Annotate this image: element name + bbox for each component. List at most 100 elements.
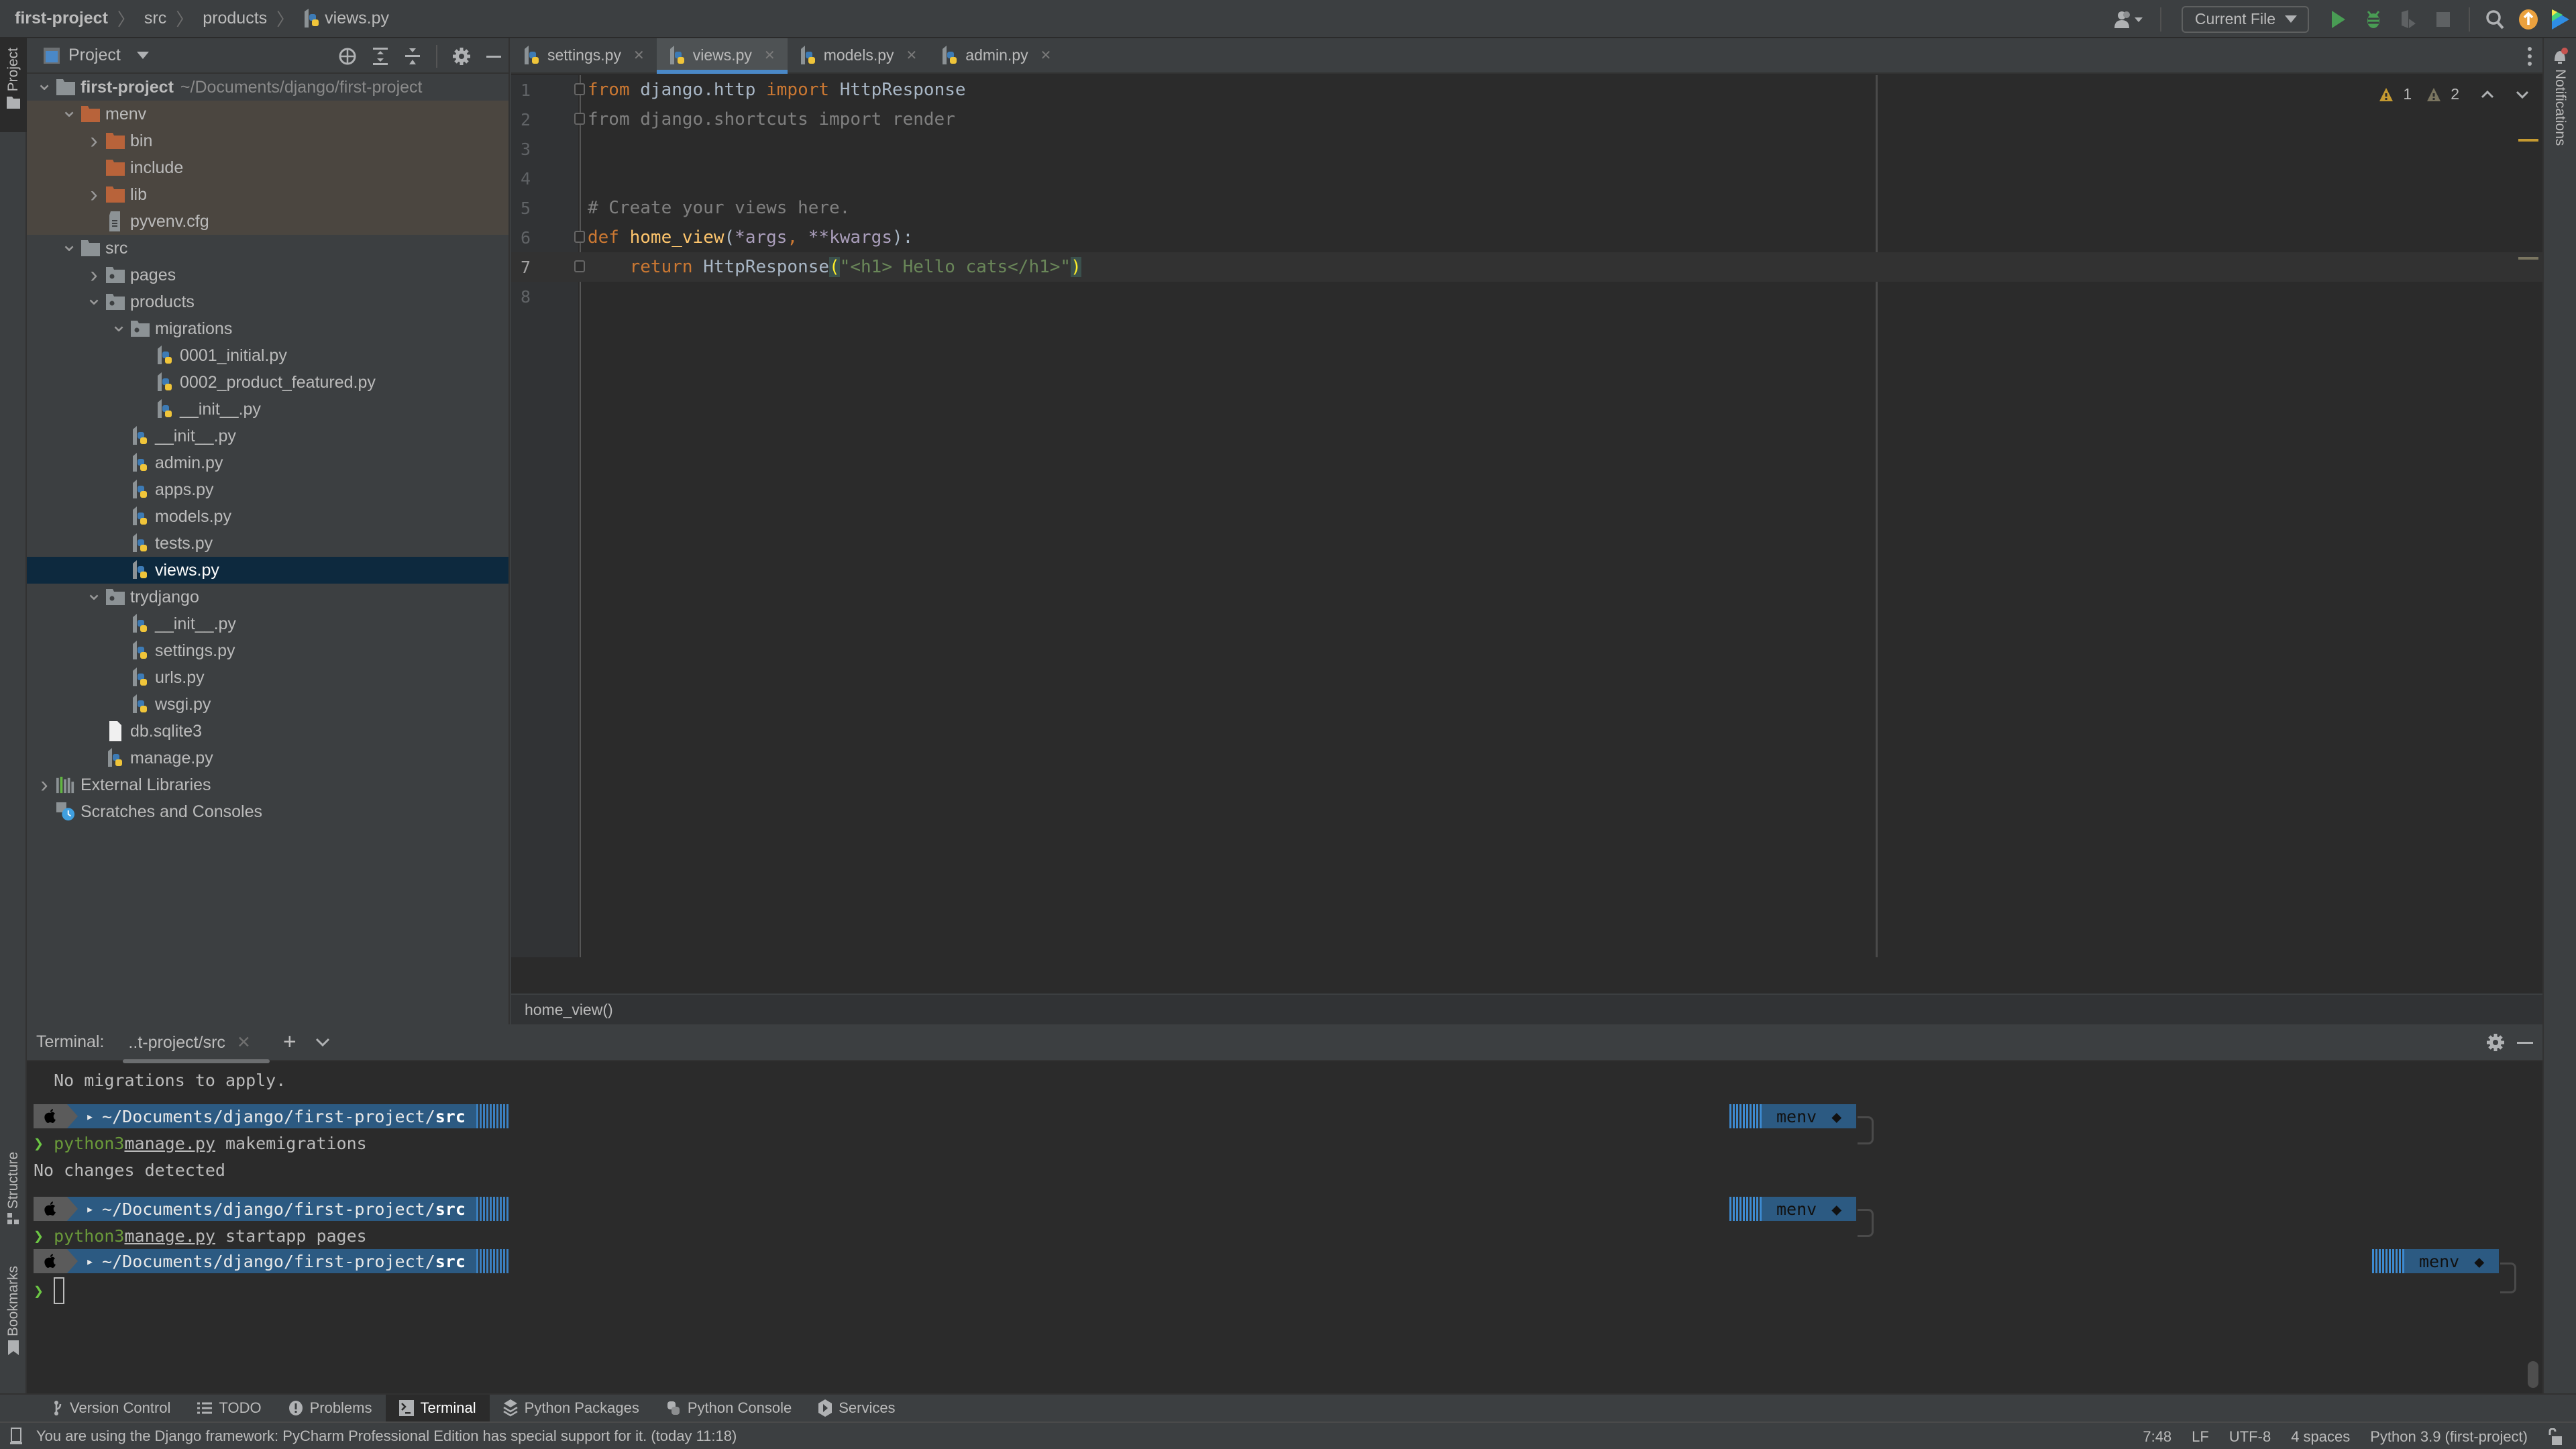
editor-tab[interactable]: admin.py ✕ (929, 38, 1063, 72)
chevron-right-icon[interactable]: › (86, 262, 102, 288)
chevron-down-icon[interactable]: ⌄ (85, 286, 102, 310)
tree-item[interactable]: db.sqlite3 (27, 718, 508, 745)
chevron-down-icon[interactable] (315, 1038, 330, 1047)
code-area[interactable]: 1 from django.http import HttpResponse 2 fr… (511, 75, 2542, 311)
breadcrumb-function[interactable]: home_view() (525, 1001, 613, 1019)
tool-window-button-python-console[interactable]: Python Console (653, 1395, 805, 1421)
chevron-down-icon[interactable] (136, 51, 149, 60)
close-icon[interactable]: ✕ (764, 47, 775, 64)
tree-item[interactable]: __init__.py (27, 423, 508, 449)
stop-button[interactable] (2426, 0, 2461, 38)
line-number[interactable]: 4 (511, 169, 551, 189)
chevron-down-icon[interactable]: ⌄ (60, 233, 77, 256)
code-line[interactable]: 2 from django.shortcuts import render (511, 105, 2542, 134)
hide-panel-icon[interactable] (486, 48, 502, 64)
indent-settings[interactable]: 4 spaces (2291, 1428, 2350, 1446)
tool-window-button-services[interactable]: Services (805, 1395, 908, 1421)
tree-item[interactable]: models.py (27, 503, 508, 530)
chevron-down-icon[interactable]: ⌄ (110, 313, 127, 337)
tree-item[interactable]: urls.py (27, 664, 508, 691)
tree-item[interactable]: › pages (27, 262, 508, 288)
code-line[interactable]: 4 (511, 164, 2542, 193)
line-number[interactable]: 6 (511, 228, 551, 248)
unlock-icon[interactable] (2548, 1428, 2563, 1446)
code-line[interactable]: 7 return HttpResponse("<h1> Hello cats</… (511, 252, 2542, 282)
line-number[interactable]: 7 (511, 258, 551, 277)
hide-panel-icon[interactable] (2517, 1034, 2533, 1051)
tree-item[interactable]: › lib (27, 181, 508, 208)
terminal-session-tab[interactable]: ..t-project/src ✕ (123, 1032, 270, 1063)
tree-item[interactable]: ⌄ trydjango (27, 582, 508, 610)
new-terminal-button[interactable]: + (283, 1029, 297, 1055)
editor-tab[interactable]: views.py ✕ (656, 38, 788, 74)
locate-file-icon[interactable] (338, 47, 357, 66)
tree-item[interactable]: wsgi.py (27, 691, 508, 718)
close-icon[interactable]: ✕ (237, 1033, 251, 1052)
fold-marker-icon[interactable] (574, 83, 585, 95)
collapse-all-icon[interactable] (404, 47, 421, 66)
tree-item[interactable]: ⌄ menv (27, 99, 508, 127)
tree-item[interactable]: include (27, 154, 508, 181)
close-icon[interactable]: ✕ (1040, 47, 1052, 64)
code-line[interactable]: 5 # Create your views here. (511, 193, 2542, 223)
run-with-coverage-button[interactable] (2391, 0, 2426, 38)
shell-input[interactable]: ❯ (34, 1276, 65, 1305)
breadcrumb-item-src[interactable]: src (144, 9, 166, 28)
tree-item[interactable]: __init__.py (27, 610, 508, 637)
fold-marker-icon[interactable] (574, 231, 585, 243)
toggle-tool-windows-icon[interactable] (9, 1427, 23, 1445)
account-button[interactable] (2105, 0, 2152, 38)
fold-marker-icon[interactable] (574, 113, 585, 125)
ide-update-button[interactable] (2512, 0, 2545, 38)
code-line[interactable]: 1 from django.http import HttpResponse (511, 75, 2542, 105)
fold-marker-icon[interactable] (574, 260, 585, 272)
line-separator[interactable]: LF (2192, 1428, 2209, 1446)
chevron-down-icon[interactable]: ⌄ (36, 72, 52, 95)
more-tabs-icon[interactable] (2528, 38, 2532, 74)
breadcrumb-item-project[interactable]: first-project (15, 9, 108, 28)
chevron-right-icon[interactable]: › (86, 128, 102, 154)
status-message[interactable]: You are using the Django framework: PyCh… (36, 1428, 737, 1445)
tree-item[interactable]: tests.py (27, 530, 508, 557)
caret-position[interactable]: 7:48 (2143, 1428, 2171, 1446)
python-interpreter[interactable]: Python 3.9 (first-project) (2370, 1428, 2528, 1446)
toolbox-button[interactable] (2545, 0, 2576, 38)
tree-item[interactable]: views.py (27, 557, 508, 584)
notifications-tool-button[interactable]: Notifications (2544, 48, 2576, 146)
error-stripe-warning[interactable] (2518, 139, 2538, 142)
structure-tool-button[interactable]: Structure (0, 1152, 27, 1252)
tree-item[interactable]: manage.py (27, 745, 508, 771)
editor-tab[interactable]: models.py ✕ (788, 38, 930, 72)
inspections-widget[interactable]: 1 2 (2379, 85, 2529, 103)
error-stripe-weak-warning[interactable] (2518, 257, 2538, 260)
editor-tab[interactable]: settings.py ✕ (511, 38, 657, 72)
chevron-down-icon[interactable]: ⌄ (85, 582, 102, 605)
chevron-right-icon[interactable]: › (36, 772, 52, 798)
line-number[interactable]: 5 (511, 199, 551, 218)
line-number[interactable]: 8 (511, 287, 551, 307)
close-icon[interactable]: ✕ (633, 47, 645, 64)
file-encoding[interactable]: UTF-8 (2229, 1428, 2271, 1446)
search-everywhere-button[interactable] (2478, 0, 2512, 38)
run-configuration-selector[interactable]: Current File (2181, 5, 2309, 33)
tool-window-button-todo[interactable]: TODO (184, 1395, 274, 1421)
code-line[interactable]: 8 (511, 282, 2542, 311)
previous-highlight-icon[interactable] (2481, 90, 2494, 99)
close-icon[interactable]: ✕ (906, 47, 918, 64)
chevron-right-icon[interactable]: › (86, 182, 102, 208)
tree-item[interactable]: pyvenv.cfg (27, 208, 508, 235)
tree-item[interactable]: ⌄ migrations (27, 313, 508, 342)
command-argument[interactable]: manage.py (124, 1134, 215, 1153)
command-argument[interactable]: manage.py (124, 1226, 215, 1246)
tool-window-button-terminal[interactable]: Terminal (385, 1395, 490, 1421)
tree-item[interactable]: › bin (27, 127, 508, 154)
tree-item[interactable]: Scratches and Consoles (27, 798, 508, 825)
tree-item[interactable]: 0002_product_featured.py (27, 369, 508, 396)
terminal-scrollbar[interactable] (2528, 1361, 2538, 1388)
line-number[interactable]: 3 (511, 140, 551, 159)
tree-item[interactable]: 0001_initial.py (27, 342, 508, 369)
gear-icon[interactable] (452, 47, 471, 66)
code-line[interactable]: 3 (511, 134, 2542, 164)
expand-all-icon[interactable] (372, 47, 389, 66)
tree-item[interactable]: settings.py (27, 637, 508, 664)
